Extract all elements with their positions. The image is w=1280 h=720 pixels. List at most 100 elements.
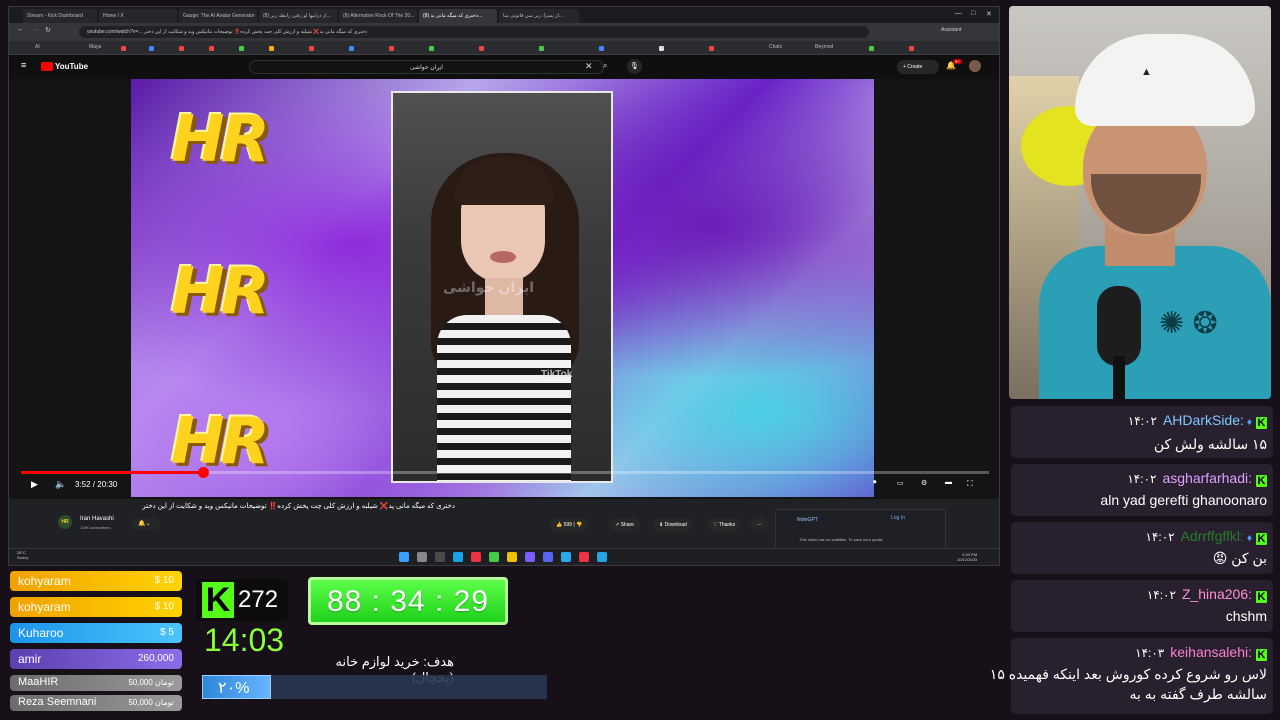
settings-icon[interactable]: ⚙ — [921, 479, 927, 487]
weather-desc: Sunny — [17, 555, 29, 560]
app-icon[interactable] — [525, 552, 535, 562]
bookmark-favicon[interactable] — [239, 46, 244, 51]
browser-tab-active[interactable]: (8) دختری که میگه مانی پد... — [419, 9, 497, 23]
mic-icon[interactable]: 🎙 — [627, 59, 642, 74]
search-taskbar-icon[interactable] — [417, 552, 427, 562]
bookmark-item[interactable]: Beymod — [815, 44, 833, 50]
chat-username[interactable]: Adrrffgffkl: — [1181, 528, 1244, 544]
bookmark-favicon[interactable] — [659, 46, 664, 51]
search-input[interactable]: ایران حواشی — [249, 60, 604, 74]
download-button[interactable]: ⬇ Download — [653, 518, 693, 531]
chat-username[interactable]: keihansalehi: — [1170, 644, 1252, 660]
kick-badge-icon: K — [1256, 649, 1267, 661]
assistant-button[interactable]: Assistant — [941, 27, 961, 33]
bookmark-favicon[interactable] — [179, 46, 184, 51]
donor-name: MaaHIR — [18, 676, 59, 688]
bookmark-favicon[interactable] — [429, 46, 434, 51]
start-icon[interactable] — [399, 552, 409, 562]
bookmark-favicon[interactable] — [539, 46, 544, 51]
bookmark-favicon[interactable] — [209, 46, 214, 51]
browser-tab[interactable]: (8) از درامها لو رفتن رابطه زیر... — [259, 9, 337, 23]
bookmark-favicon[interactable] — [121, 46, 126, 51]
chat-header: ۱۴:۰۲ Z_hina206: K — [1147, 586, 1267, 603]
bookmark-item[interactable]: Chatx — [769, 44, 782, 50]
reload-icon[interactable]: ↻ — [45, 26, 51, 34]
edge-icon[interactable] — [453, 552, 463, 562]
channel-avatar[interactable]: HR — [58, 515, 72, 529]
theater-icon[interactable]: ▬ — [945, 479, 952, 486]
create-button[interactable]: + Create — [897, 60, 939, 74]
app-icon[interactable] — [489, 552, 499, 562]
browser-tab[interactable]: (8) Alternative Rock Of The 20... — [339, 9, 417, 23]
bookmark-favicon[interactable] — [599, 46, 604, 51]
taskview-icon[interactable] — [435, 552, 445, 562]
chat-header: ۱۴:۰۲ asgharfarhadi: K — [1127, 470, 1267, 487]
discord-icon[interactable] — [543, 552, 553, 562]
channel-watermark: ایران حواشی — [443, 279, 534, 295]
app-icon[interactable] — [579, 552, 589, 562]
browser-tab[interactable]: Stream - Kick Dashboard — [23, 9, 97, 23]
video-title: دختری که میگه مانی پد❌ شیلبه و ارزش کلی … — [142, 503, 455, 510]
screen-capture: Stream - Kick Dashboard Home / X Gauge: … — [8, 6, 1000, 566]
browser-tab[interactable]: Gauge: The AI Avatar Generator — [179, 9, 257, 23]
fullscreen-icon[interactable]: ⛶ — [967, 479, 973, 489]
app-icon[interactable] — [597, 552, 607, 562]
bookmark-item[interactable]: Maya — [89, 44, 101, 50]
youtube-logo[interactable]: YouTube — [55, 62, 88, 71]
donation-entry: amir 260,000 — [10, 649, 182, 669]
bookmark-favicon[interactable] — [909, 46, 914, 51]
chat-username[interactable]: Z_hina206: — [1182, 586, 1252, 602]
forward-icon[interactable]: → — [31, 26, 38, 33]
more-actions-button[interactable]: ⋯ — [751, 518, 768, 531]
donation-entry: kohyaram $ 10 — [10, 597, 182, 617]
menu-icon[interactable]: ≡ — [21, 60, 26, 70]
bookmark-favicon[interactable] — [349, 46, 354, 51]
notegpt-panel — [775, 509, 946, 549]
play-icon[interactable]: ▶ — [31, 479, 38, 490]
notegpt-login-button[interactable]: Log In — [891, 515, 905, 521]
chat-time: ۱۴:۰۲ — [1127, 414, 1157, 428]
close-icon[interactable]: ✕ — [986, 10, 992, 18]
thanks-button[interactable]: ♡ Thanks — [707, 518, 742, 531]
chat-username[interactable]: AHDarkSide: — [1163, 412, 1244, 428]
taskbar-clock[interactable]: 2:03 PM 10/12/2023 — [957, 552, 977, 562]
url-field[interactable]: youtube.com/watch?v=... دختری که میگه ما… — [79, 26, 869, 38]
clear-search-icon[interactable]: ✕ — [585, 61, 593, 72]
subscribe-bell-button[interactable]: 🔔⌄ — [132, 518, 160, 530]
search-icon[interactable]: ⌕ — [603, 61, 607, 71]
avatar[interactable] — [969, 60, 981, 72]
bookmark-favicon[interactable] — [389, 46, 394, 51]
minimize-icon[interactable]: — — [955, 10, 962, 17]
share-button[interactable]: ↗ Share — [609, 518, 640, 531]
telegram-icon[interactable] — [561, 552, 571, 562]
donation-amount: 50,000 تومان — [128, 698, 174, 707]
bookmark-favicon[interactable] — [269, 46, 274, 51]
like-count: 599 — [563, 522, 572, 528]
weather-widget[interactable]: 28°C Sunny — [17, 550, 28, 560]
bookmark-item[interactable]: AI — [35, 44, 40, 50]
bookmark-favicon[interactable] — [709, 46, 714, 51]
channel-name[interactable]: Iran Havashi — [80, 516, 114, 522]
folder-icon[interactable] — [507, 552, 517, 562]
vip-diamond-icon: ♦ — [1246, 417, 1252, 428]
youtube-logo-icon[interactable] — [41, 62, 53, 71]
app-icon[interactable] — [471, 552, 481, 562]
browser-tab[interactable]: از پسرا: زیر سن قانونی منا... — [499, 9, 579, 23]
like-button[interactable]: 👍 599 | 👎 — [550, 518, 589, 531]
chat-username[interactable]: asgharfarhadi: — [1162, 470, 1252, 486]
back-icon[interactable]: ← — [17, 26, 24, 33]
autoplay-toggle-icon[interactable]: ⏺ — [873, 479, 877, 487]
browser-tab[interactable]: Home / X — [99, 9, 177, 23]
bookmarks-bar — [9, 41, 999, 55]
captions-icon[interactable]: ▭ — [897, 479, 904, 487]
scrubber-handle[interactable] — [198, 467, 209, 478]
volume-icon[interactable]: 🔈 — [55, 479, 66, 490]
bookmark-favicon[interactable] — [869, 46, 874, 51]
bookmark-favicon[interactable] — [149, 46, 154, 51]
bookmark-favicon[interactable] — [309, 46, 314, 51]
donation-entry: MaaHIR 50,000 تومان — [10, 675, 182, 691]
maximize-icon[interactable]: □ — [971, 10, 975, 17]
webcam-feed: ✺ ❂ ▲ — [1009, 6, 1271, 399]
donation-amount: $ 10 — [154, 575, 174, 586]
bookmark-favicon[interactable] — [479, 46, 484, 51]
